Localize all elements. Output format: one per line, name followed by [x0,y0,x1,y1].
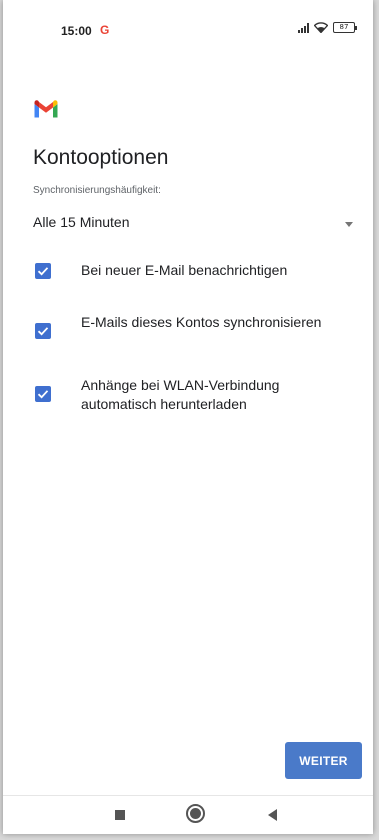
sync-label: E-Mails dieses Kontos synchronisieren [81,314,322,330]
battery-icon: 87 [333,22,357,33]
home-icon[interactable] [186,804,205,823]
status-time: 15:00 [61,24,92,38]
wifi-icon [314,22,328,33]
status-icons: 87 [298,22,357,33]
sync-frequency-value: Alle 15 Minuten [33,214,130,230]
gmail-logo [34,100,58,118]
navigation-bar [3,795,373,834]
phone-screen: 15:00 G 87 Kontooptionen Synchronisierun… [3,0,373,834]
recent-apps-icon[interactable] [115,810,125,820]
page-title: Kontooptionen [33,146,169,169]
status-bar: 15:00 G 87 [3,0,373,60]
dropdown-arrow-icon [345,222,353,227]
sync-frequency-dropdown[interactable]: Alle 15 Minuten [33,205,359,241]
attachments-checkbox[interactable] [35,386,51,402]
sync-frequency-label: Synchronisierungshäufigkeit: [33,185,161,196]
attachments-label: Anhänge bei WLAN-Verbindung automatisch … [81,377,280,412]
sync-checkbox[interactable] [35,323,51,339]
google-indicator-icon: G [100,23,110,37]
signal-icon [298,22,309,33]
notify-checkbox[interactable] [35,263,51,279]
back-icon[interactable] [268,809,277,821]
battery-level: 87 [339,23,349,31]
next-button[interactable]: WEITER [285,742,362,779]
notify-label: Bei neuer E-Mail benachrichtigen [81,262,288,278]
